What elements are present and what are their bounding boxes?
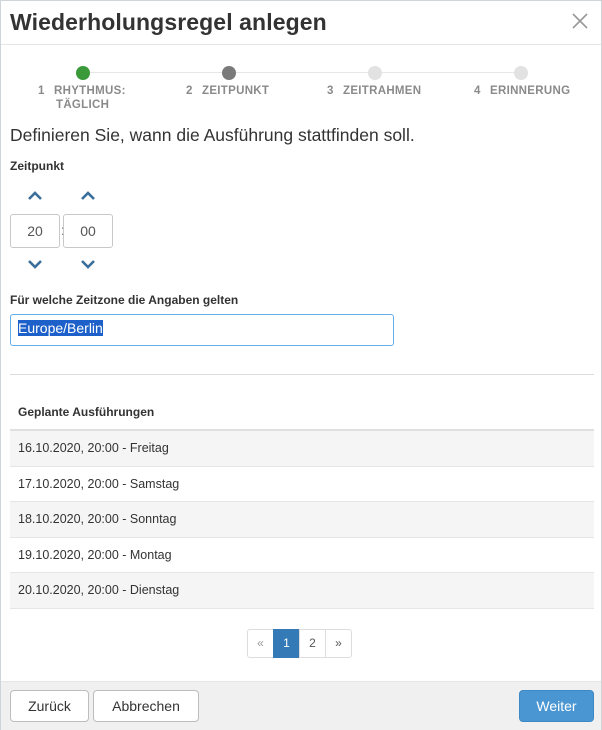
pagination-prev[interactable]: « [247,629,274,658]
divider [10,374,594,375]
step-label-rhythmus[interactable]: 1 RHYTHMUS: TÄGLICH [38,84,126,112]
step-dot-zeitrahmen[interactable] [368,66,382,80]
step-connector [235,72,369,73]
pagination-page-1[interactable]: 1 [273,629,300,658]
timezone-value: Europe/Berlin [18,320,103,336]
section-heading: Definieren Sie, wann die Ausführung stat… [10,125,415,145]
table-row: 17.10.2020, 20:00 - Samstag [10,467,594,503]
minute-up-chevron-icon[interactable] [80,190,96,202]
dialog-title: Wiederholungsregel anlegen [10,9,327,35]
close-icon[interactable] [571,12,589,30]
cancel-button[interactable]: Abbrechen [93,690,199,722]
step-label-zeitrahmen[interactable]: 3 ZEITRAHMEN [327,84,421,98]
table-row: 16.10.2020, 20:00 - Freitag [10,431,594,467]
table-row: 19.10.2020, 20:00 - Montag [10,538,594,574]
recurrence-rule-dialog: Wiederholungsregel anlegen 1 RHYTHMUS: TÄ… [0,0,602,730]
step-dot-erinnerung[interactable] [514,66,528,80]
hour-up-chevron-icon[interactable] [27,190,43,202]
pagination-next[interactable]: » [325,629,352,658]
step-label-zeitpunkt[interactable]: 2 ZEITPUNKT [186,84,269,98]
step-connector [381,72,515,73]
pagination-page-2[interactable]: 2 [299,629,326,658]
table-header: Geplante Ausführungen [10,395,594,431]
minute-input[interactable]: 00 [63,214,113,248]
hour-input[interactable]: 20 [10,214,60,248]
dialog-header: Wiederholungsregel anlegen [1,1,601,45]
timezone-label: Für welche Zeitzone die Angaben gelten [10,293,239,307]
table-row: 20.10.2020, 20:00 - Dienstag [10,573,594,609]
wizard-stepper: 1 RHYTHMUS: TÄGLICH 2 ZEITPUNKT 3 ZEITRAHME… [1,45,602,117]
step-dot-zeitpunkt[interactable] [222,66,236,80]
step-label-erinnerung[interactable]: 4 ERINNERUNG [474,84,570,98]
step-dot-rhythmus[interactable] [76,66,90,80]
hour-down-chevron-icon[interactable] [27,258,43,270]
table-row: 18.10.2020, 20:00 - Sonntag [10,502,594,538]
minute-down-chevron-icon[interactable] [80,258,96,270]
pagination: « 1 2 » [247,629,352,658]
time-label: Zeitpunkt [10,159,64,173]
back-button[interactable]: Zurück [10,690,89,722]
timezone-input[interactable]: Europe/Berlin [10,314,394,346]
dialog-footer: Zurück Abbrechen Weiter [1,681,601,730]
next-button[interactable]: Weiter [519,690,594,722]
planned-executions-table: Geplante Ausführungen 16.10.2020, 20:00 … [10,395,594,609]
step-connector [89,72,223,73]
